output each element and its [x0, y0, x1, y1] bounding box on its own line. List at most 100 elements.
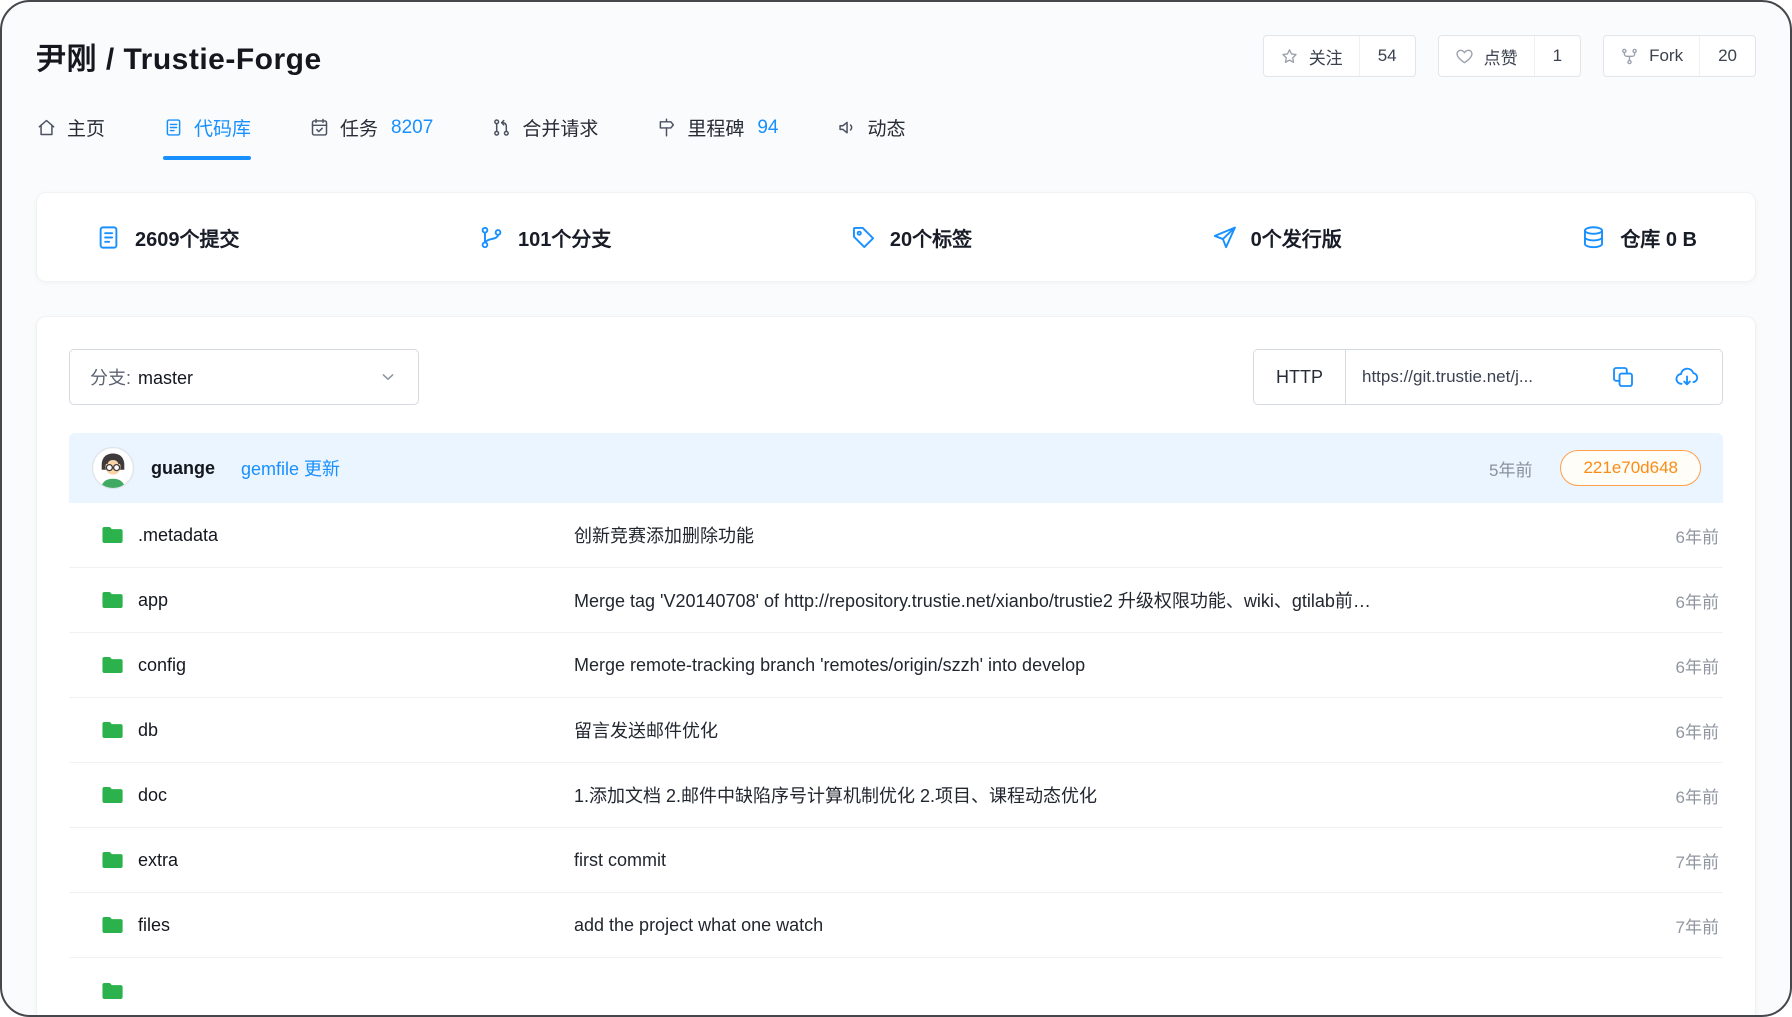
file-commit-message[interactable]: Merge tag 'V20140708' of http://reposito… — [574, 587, 1639, 613]
folder-icon — [99, 587, 125, 613]
header-actions: 关注 54 点赞 1 Fork — [1263, 35, 1756, 77]
praise-button[interactable]: 点赞 1 — [1438, 35, 1581, 77]
praise-label: 点赞 — [1484, 44, 1518, 69]
heart-icon — [1455, 47, 1474, 66]
watch-count[interactable]: 54 — [1359, 36, 1415, 76]
table-row[interactable]: config Merge remote-tracking branch 'rem… — [69, 633, 1723, 698]
table-row[interactable]: files add the project what one watch 7年前 — [69, 893, 1723, 958]
tab-activity[interactable]: 动态 — [837, 114, 906, 160]
branches-icon — [478, 224, 505, 251]
folder-icon — [99, 847, 125, 873]
file-commit-message[interactable]: first commit — [574, 850, 1639, 871]
file-commit-message[interactable]: 留言发送邮件优化 — [574, 717, 1639, 743]
table-row[interactable]: extra first commit 7年前 — [69, 828, 1723, 893]
stat-commits[interactable]: 2609个提交 — [95, 223, 240, 252]
clone-url-input[interactable]: https://git.trustie.net/j... — [1346, 350, 1588, 404]
table-row[interactable]: db 留言发送邮件优化 6年前 — [69, 698, 1723, 763]
fork-count[interactable]: 20 — [1699, 36, 1755, 76]
repo-stats-bar: 2609个提交 101个分支 20个标签 0个发行版 仓库 0 B — [36, 192, 1756, 282]
tab-label: 代码库 — [194, 114, 251, 141]
merge-request-icon — [491, 117, 512, 138]
praise-count[interactable]: 1 — [1534, 36, 1580, 76]
chevron-down-icon — [378, 367, 398, 387]
file-commit-time: 6年前 — [1639, 588, 1723, 613]
branch-name: master — [138, 368, 193, 388]
page-title: 尹刚 / Trustie-Forge — [36, 34, 322, 78]
folder-icon — [99, 978, 125, 1004]
tab-label: 里程碑 — [687, 114, 744, 141]
folder-icon — [99, 652, 125, 678]
latest-commit-bar: guange gemfile 更新 5年前 221e70d648 — [69, 433, 1723, 503]
watch-label: 关注 — [1309, 44, 1343, 69]
download-icon[interactable] — [1674, 364, 1700, 390]
file-name[interactable]: config — [138, 655, 186, 676]
commit-hash-badge[interactable]: 221e70d648 — [1560, 450, 1701, 486]
home-icon — [36, 117, 57, 138]
file-name-cell — [69, 978, 574, 1004]
tab-milestones[interactable]: 里程碑 94 — [656, 114, 778, 160]
file-name[interactable]: db — [138, 720, 158, 741]
fork-button[interactable]: Fork 20 — [1603, 35, 1756, 77]
folder-icon — [99, 782, 125, 808]
branch-selector[interactable]: 分支: master — [69, 349, 419, 405]
tab-label: 主页 — [67, 114, 105, 141]
file-commit-time: 6年前 — [1639, 653, 1723, 678]
file-table: .metadata 创新竞赛添加删除功能 6年前 app Merge tag '… — [69, 503, 1723, 1017]
file-name[interactable]: doc — [138, 785, 167, 806]
file-commit-time: 6年前 — [1639, 718, 1723, 743]
app-window: 尹刚 / Trustie-Forge 关注 54 点赞 1 — [0, 0, 1792, 1017]
file-name[interactable]: .metadata — [138, 525, 218, 546]
stat-releases[interactable]: 0个发行版 — [1211, 223, 1342, 252]
stat-tags[interactable]: 20个标签 — [850, 223, 972, 252]
releases-icon — [1211, 224, 1238, 251]
watch-button[interactable]: 关注 54 — [1263, 35, 1416, 77]
file-name-cell[interactable]: config — [69, 652, 574, 678]
tab-issues-count: 8207 — [391, 117, 433, 139]
file-name-cell[interactable]: doc — [69, 782, 574, 808]
commit-author[interactable]: guange — [151, 458, 215, 479]
folder-icon — [99, 717, 125, 743]
tasks-icon — [309, 117, 330, 138]
file-name-cell[interactable]: db — [69, 717, 574, 743]
file-commit-message[interactable]: add the project what one watch — [574, 915, 1639, 936]
file-name-cell[interactable]: app — [69, 587, 574, 613]
commit-meta: 5年前 221e70d648 — [1489, 450, 1701, 486]
table-row[interactable]: app Merge tag 'V20140708' of http://repo… — [69, 568, 1723, 633]
folder-icon — [99, 522, 125, 548]
file-commit-time: 7年前 — [1639, 913, 1723, 938]
file-commit-message[interactable]: Merge remote-tracking branch 'remotes/or… — [574, 655, 1639, 676]
table-row-partial[interactable] — [69, 958, 1723, 1017]
file-name[interactable]: files — [138, 915, 170, 936]
branch-label: 分支: — [90, 368, 131, 388]
stat-label: 0个发行版 — [1251, 223, 1342, 252]
stat-branches[interactable]: 101个分支 — [478, 223, 611, 252]
table-row[interactable]: .metadata 创新竞赛添加删除功能 6年前 — [69, 503, 1723, 568]
stat-label: 101个分支 — [518, 223, 611, 252]
copy-icon[interactable] — [1610, 364, 1636, 390]
folder-icon — [99, 912, 125, 938]
file-name-cell[interactable]: .metadata — [69, 522, 574, 548]
file-name[interactable]: app — [138, 590, 168, 611]
protocol-button[interactable]: HTTP — [1254, 350, 1346, 404]
fork-icon — [1620, 47, 1639, 66]
tab-milestones-count: 94 — [757, 117, 778, 139]
tab-merge-requests[interactable]: 合并请求 — [491, 114, 598, 160]
tab-bar: 主页 代码库 任务 8207 合并请求 里程碑 94 — [2, 114, 1790, 160]
avatar[interactable] — [91, 446, 135, 490]
file-name-cell[interactable]: files — [69, 912, 574, 938]
commit-message-link[interactable]: gemfile 更新 — [241, 455, 340, 481]
file-name[interactable]: extra — [138, 850, 178, 871]
file-name-cell[interactable]: extra — [69, 847, 574, 873]
stat-repo-size[interactable]: 仓库 0 B — [1580, 223, 1697, 252]
file-commit-time: 6年前 — [1639, 783, 1723, 808]
tab-home[interactable]: 主页 — [36, 114, 105, 160]
praise-button-main: 点赞 — [1439, 36, 1534, 76]
commits-icon — [95, 224, 122, 251]
table-row[interactable]: doc 1.添加文档 2.邮件中缺陷序号计算机制优化 2.项目、课程动态优化 6… — [69, 763, 1723, 828]
file-commit-message[interactable]: 1.添加文档 2.邮件中缺陷序号计算机制优化 2.项目、课程动态优化 — [574, 782, 1639, 808]
tab-label: 合并请求 — [522, 114, 598, 141]
file-commit-message[interactable]: 创新竞赛添加删除功能 — [574, 522, 1639, 548]
clone-url-group: HTTP https://git.trustie.net/j... — [1253, 349, 1723, 405]
tab-issues[interactable]: 任务 8207 — [309, 114, 433, 160]
tab-code-repository[interactable]: 代码库 — [163, 114, 251, 160]
